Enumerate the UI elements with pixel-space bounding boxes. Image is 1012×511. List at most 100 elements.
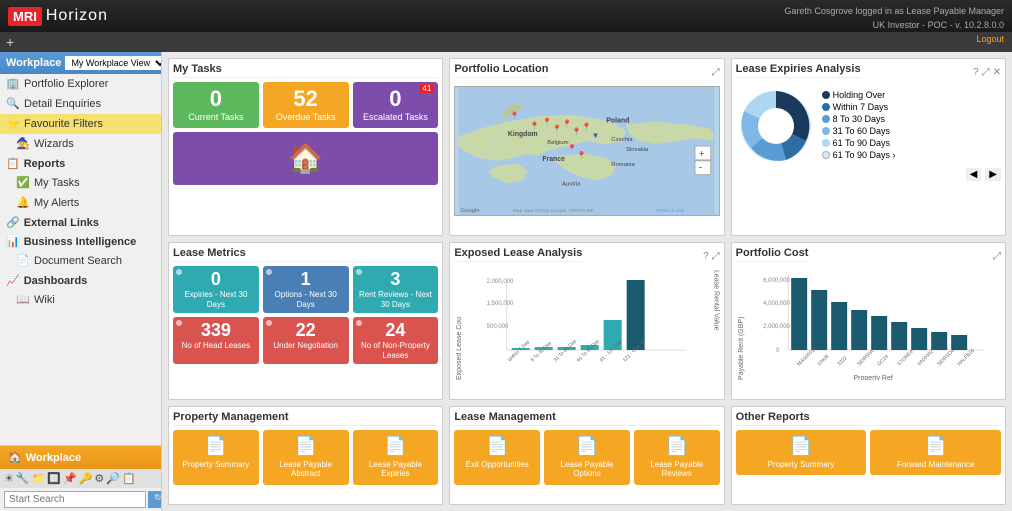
svg-text:▼: ▼ <box>592 131 600 140</box>
tasks-grid: 0 Current Tasks 52 Overdue Tasks 41 0 Es… <box>173 82 438 128</box>
negotiation-tile[interactable]: 22 Under Negotiation <box>263 317 349 364</box>
escalated-tasks-tile[interactable]: 41 0 Escalated Tasks <box>353 82 439 128</box>
sidebar-item-business-intelligence[interactable]: 📊 Business Intelligence <box>0 232 161 251</box>
expiries-label: Expiries - Next 30 Days <box>177 290 255 309</box>
expand-icon2[interactable]: ⤢ <box>982 67 990 78</box>
portfolio-explorer-icon: 🏢 <box>6 77 20 91</box>
portfolio-cost-header: Portfolio Cost ⤢ <box>736 247 1001 266</box>
options-tile[interactable]: 1 Options - Next 30 Days <box>263 266 349 313</box>
negotiation-num: 22 <box>267 321 345 339</box>
forward-maintenance-tile[interactable]: 📄 Forward Maintenance <box>870 430 1001 476</box>
bt-icon5[interactable]: 📌 <box>63 472 77 485</box>
property-summary-tile[interactable]: 📄 Property Summary <box>173 430 259 485</box>
sidebar-item-wizards[interactable]: 🧙 Wizards <box>0 134 161 154</box>
exposed-chart-area: Exposed Lease Cou 2,000,000 1,500,000 50… <box>454 270 719 380</box>
sidebar-item-favourite-filters[interactable]: ⭐ Favourite Filters <box>0 114 161 134</box>
property-summary-icon: 📄 <box>205 436 227 457</box>
prev-btn[interactable]: ◀ <box>966 168 982 181</box>
workplace-button[interactable]: 🏠 Workplace <box>0 446 161 469</box>
svg-text:Poland: Poland <box>607 117 630 124</box>
portfolio-cost-widget: Portfolio Cost ⤢ Payable Rent (GBP) 6,00… <box>731 242 1006 400</box>
bt-icon6[interactable]: 🔑 <box>79 472 93 485</box>
sidebar-item-external-links[interactable]: 🔗 External Links <box>0 213 161 232</box>
portfolio-expand-icon[interactable]: ⤢ <box>993 251 1001 262</box>
my-alerts-icon: 🔔 <box>16 196 30 210</box>
bt-icon9[interactable]: 📋 <box>122 472 136 485</box>
expand-icon[interactable]: ⤢ <box>712 67 720 78</box>
exit-opportunities-tile[interactable]: 📄 Exit Opportunities <box>454 430 540 485</box>
lease-payable-reviews-tile[interactable]: 📄 Lease Payable Reviews <box>634 430 720 485</box>
lease-metrics-title: Lease Metrics <box>173 247 438 262</box>
non-property-tile[interactable]: 24 No of Non-Property Leases <box>353 317 439 364</box>
wizards-icon: 🧙 <box>16 137 30 151</box>
svg-text:-: - <box>699 163 702 174</box>
map-container[interactable]: 📍 📍 📍 📍 📍 📍 📍 ▼ 📍 📍 Kingdom Poland Czech… <box>454 86 719 216</box>
svg-text:📍: 📍 <box>553 123 563 133</box>
sidebar-item-detail-enquiries[interactable]: 🔍 Detail Enquiries <box>0 94 161 114</box>
svg-text:SEIR50A: SEIR50A <box>856 348 875 367</box>
svg-text:0: 0 <box>776 348 780 354</box>
expiries-tile[interactable]: 0 Expiries - Next 30 Days <box>173 266 259 313</box>
overdue-tasks-tile[interactable]: 52 Overdue Tasks <box>263 82 349 128</box>
overdue-tasks-label: Overdue Tasks <box>267 112 345 122</box>
bt-icon7[interactable]: ⚙ <box>94 472 104 485</box>
exposed-question-icon[interactable]: ? <box>703 251 709 262</box>
logout-link[interactable]: Logout <box>784 32 1004 46</box>
logo-horizon: Horizon <box>46 7 108 25</box>
next-btn[interactable]: ▶ <box>985 168 1001 181</box>
bt-icon2[interactable]: 🔧 <box>16 472 30 485</box>
bt-icon1[interactable]: ☀ <box>4 472 14 485</box>
bt-icon8[interactable]: 🔎 <box>106 472 120 485</box>
portfolio-chart-svg: 6,000,000 4,000,000 2,000,000 0 <box>745 270 1001 380</box>
detail-enquiries-icon: 🔍 <box>6 97 20 111</box>
bottom-toolbar: ☀ 🔧 📁 🔲 📌 🔑 ⚙ 🔎 📋 <box>0 469 161 488</box>
rent-reviews-tile[interactable]: 3 Rent Reviews - Next 30 Days <box>353 266 439 313</box>
my-tasks-title: My Tasks <box>173 63 438 78</box>
search-button[interactable]: 🔍 <box>148 491 162 508</box>
sidebar-item-document-search[interactable]: 📄 Document Search <box>0 251 161 271</box>
sidebar-view-select[interactable]: My Workplace View <box>65 56 162 70</box>
svg-text:4,000,000: 4,000,000 <box>763 301 790 307</box>
svg-text:Terms of Use: Terms of Use <box>656 208 685 214</box>
svg-text:2,000,000: 2,000,000 <box>487 279 514 285</box>
91-120-dot <box>822 151 830 159</box>
exposed-lease-title: Exposed Lease Analysis <box>454 247 582 262</box>
lease-payable-options-tile[interactable]: 📄 Lease Payable Options <box>544 430 630 485</box>
dashboards-icon: 📈 <box>6 274 20 287</box>
head-leases-tile[interactable]: 339 No of Head Leases <box>173 317 259 364</box>
logo: MRI Horizon <box>8 7 108 26</box>
sidebar-item-my-tasks[interactable]: ✅ My Tasks <box>0 173 161 193</box>
portfolio-location-title: Portfolio Location <box>454 63 548 78</box>
forward-maintenance-label: Forward Maintenance <box>897 460 974 470</box>
sidebar-item-portfolio-explorer[interactable]: 🏢 Portfolio Explorer <box>0 74 161 94</box>
home-tile[interactable]: 🏠 <box>173 132 438 185</box>
sidebar-item-reports[interactable]: 📋 Reports <box>0 154 161 173</box>
portfolio-location-widget: Portfolio Location ⤢ <box>449 58 724 236</box>
question-icon[interactable]: ? <box>973 67 979 78</box>
exposed-expand-icon[interactable]: ⤢ <box>712 251 720 262</box>
svg-text:📍: 📍 <box>530 120 540 130</box>
lease-payable-abstract-label: Lease Payable Abstract <box>267 460 345 479</box>
close-icon[interactable]: ✕ <box>993 67 1001 78</box>
search-bar: 🔍 <box>0 488 161 511</box>
bt-icon4[interactable]: 🔲 <box>47 472 61 485</box>
current-tasks-count: 0 <box>177 88 255 110</box>
sidebar-item-wiki[interactable]: 📖 Wiki <box>0 290 161 310</box>
lease-payable-expiries-tile[interactable]: 📄 Lease Payable Expiries <box>353 430 439 485</box>
dashboards-label: Dashboards <box>24 275 88 287</box>
sidebar-item-dashboards[interactable]: 📈 Dashboards <box>0 271 161 290</box>
expiries-num: 0 <box>177 270 255 288</box>
lease-metrics-top: 0 Expiries - Next 30 Days 1 Options - Ne… <box>173 266 438 313</box>
lease-mgmt-title: Lease Management <box>454 411 719 426</box>
bt-icon3[interactable]: 📁 <box>32 472 46 485</box>
add-button[interactable]: + <box>6 35 14 49</box>
lease-payable-abstract-tile[interactable]: 📄 Lease Payable Abstract <box>263 430 349 485</box>
other-property-summary-tile[interactable]: 📄 Property Summary <box>736 430 867 476</box>
wiki-icon: 📖 <box>16 293 30 307</box>
sidebar-item-my-alerts[interactable]: 🔔 My Alerts <box>0 193 161 213</box>
lease-payable-expiries-label: Lease Payable Expiries <box>357 460 435 479</box>
current-tasks-tile[interactable]: 0 Current Tasks <box>173 82 259 128</box>
favourite-filters-label: Favourite Filters <box>24 118 103 130</box>
search-input[interactable] <box>4 491 146 508</box>
negotiation-label: Under Negotiation <box>267 341 345 351</box>
